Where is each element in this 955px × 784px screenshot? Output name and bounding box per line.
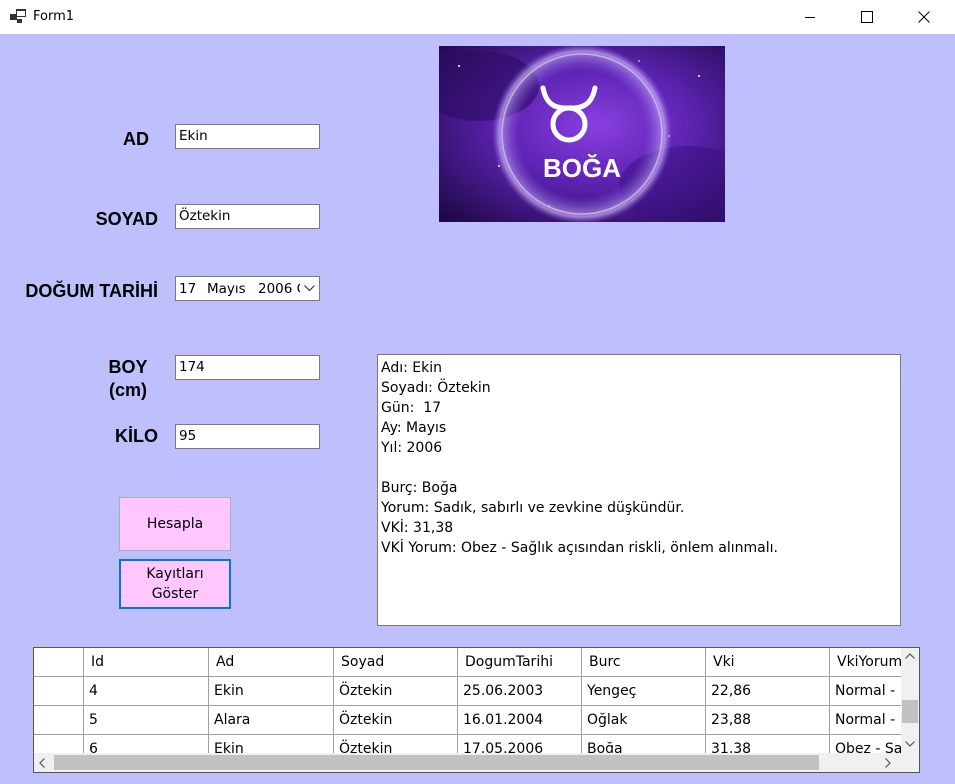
boy-input[interactable]: 174	[175, 355, 320, 380]
table-cell[interactable]: 23,88	[706, 706, 830, 735]
column-header-soyad[interactable]: Soyad	[334, 648, 458, 677]
table-cell[interactable]: Öztekin	[334, 706, 458, 735]
result-line: Yıl: 2006	[381, 440, 443, 456]
table-cell[interactable]: Obez - Sa	[830, 735, 901, 753]
kayitlari-goster-line2: Göster	[151, 586, 199, 602]
title-bar: Form1	[0, 0, 955, 34]
table-cell[interactable]: 22,86	[706, 677, 830, 706]
close-button[interactable]	[895, 0, 953, 34]
table-cell[interactable]: Normal -	[830, 706, 901, 735]
table-cell[interactable]: 5	[84, 706, 209, 735]
ad-input[interactable]: Ekin	[175, 124, 320, 149]
minimize-icon	[805, 17, 815, 18]
scroll-down-icon[interactable]	[905, 741, 915, 747]
kayitlari-goster-line1: Kayıtları	[146, 566, 204, 582]
result-line: Yorum: Sadık, sabırlı ve zevkine düşkünd…	[381, 500, 685, 516]
result-line: VKİ Yorum: Obez - Sağlık açısından riskl…	[381, 540, 778, 556]
zodiac-image: BOĞA	[439, 46, 725, 222]
ad-label: AD	[123, 129, 149, 149]
table-cell[interactable]: Ekin	[209, 735, 334, 753]
table-cell[interactable]: Oğlak	[582, 706, 706, 735]
records-grid[interactable]: Id Ad Soyad DogumTarihi Burc Vki VkiYorum 4 Ekin…	[33, 647, 920, 773]
column-header-ad[interactable]: Ad	[209, 648, 334, 677]
row-header-cell[interactable]	[34, 706, 84, 735]
table-cell[interactable]: Normal -	[830, 677, 901, 706]
kilo-label: KİLO	[115, 426, 158, 446]
result-line: VKİ: 31,38	[381, 520, 454, 536]
result-line: Ay: Mayıs	[381, 420, 447, 436]
table-cell[interactable]: 31,38	[706, 735, 830, 753]
minimize-button[interactable]	[781, 0, 839, 34]
scroll-left-icon[interactable]	[39, 758, 45, 768]
kayitlari-goster-button[interactable]: Kayıtları Göster	[119, 559, 231, 609]
horizontal-scroll-thumb[interactable]	[54, 755, 819, 770]
result-line	[381, 458, 897, 478]
close-icon	[918, 11, 930, 23]
soyad-label: SOYAD	[95, 209, 158, 229]
soyad-input[interactable]: Öztekin	[175, 204, 320, 229]
result-line: Gün: 17	[381, 400, 442, 416]
table-cell[interactable]: Yengeç	[582, 677, 706, 706]
scroll-corner	[901, 753, 919, 772]
result-line: Burç: Boğa	[381, 480, 458, 496]
table-cell[interactable]: 4	[84, 677, 209, 706]
corner-header-cell[interactable]	[34, 648, 84, 677]
column-header-burc[interactable]: Burc	[582, 648, 706, 677]
table-cell[interactable]: Ekin	[209, 677, 334, 706]
hesapla-button[interactable]: Hesapla	[119, 497, 231, 551]
app-window-icon	[10, 9, 26, 23]
column-header-id[interactable]: Id	[84, 648, 209, 677]
row-header-cell[interactable]	[34, 677, 84, 706]
result-line: Soyadı: Öztekin	[381, 380, 491, 396]
dogum-year: 2006 Ç	[258, 281, 307, 297]
zodiac-label: BOĞA	[543, 153, 621, 183]
horizontal-scrollbar[interactable]	[34, 753, 901, 772]
column-header-dogumtarihi[interactable]: DogumTarihi	[458, 648, 582, 677]
maximize-button[interactable]	[838, 0, 896, 34]
dogum-tarihi-label: DOĞUM TARİHİ	[25, 281, 158, 301]
boy-label-line2: (cm)	[108, 380, 147, 400]
maximize-icon	[861, 11, 873, 23]
table-cell[interactable]: 6	[84, 735, 209, 753]
table-cell[interactable]: Alara	[209, 706, 334, 735]
result-line: Adı: Ekin	[381, 360, 442, 376]
records-table: Id Ad Soyad DogumTarihi Burc Vki VkiYorum 4 Ekin…	[34, 648, 901, 753]
table-cell[interactable]: 16.01.2004	[458, 706, 582, 735]
column-header-vki[interactable]: Vki	[706, 648, 830, 677]
boy-label: BOY (cm)	[98, 356, 158, 402]
row-header-cell[interactable]	[34, 735, 84, 753]
table-row[interactable]: 5 Alara Öztekin 16.01.2004 Oğlak 23,88 Normal …	[34, 706, 901, 735]
dropdown-button[interactable]	[300, 277, 319, 300]
dogum-tarihi-picker[interactable]: 17 Mayıs 2006 Ç	[175, 276, 320, 301]
window-title: Form1	[33, 9, 75, 24]
table-cell[interactable]: Boğa	[582, 735, 706, 753]
dogum-month: Mayıs	[207, 281, 246, 297]
table-cell[interactable]: 25.06.2003	[458, 677, 582, 706]
dogum-day: 17	[179, 281, 197, 297]
table-row[interactable]: 4 Ekin Öztekin 25.06.2003 Yengeç 22,86 Normal …	[34, 677, 901, 706]
kilo-input[interactable]: 95	[175, 424, 320, 449]
vertical-scroll-thumb[interactable]	[902, 700, 918, 723]
chevron-down-icon	[304, 285, 315, 292]
table-header-row: Id Ad Soyad DogumTarihi Burc Vki VkiYorum	[34, 648, 901, 677]
table-cell[interactable]: Öztekin	[334, 677, 458, 706]
column-header-vkiyorum[interactable]: VkiYorum	[830, 648, 901, 677]
table-cell[interactable]: 17.05.2006	[458, 735, 582, 753]
table-cell[interactable]: Öztekin	[334, 735, 458, 753]
taurus-icon	[540, 85, 598, 143]
result-textbox[interactable]: Adı: Ekin Soyadı: Öztekin Gün: 17 Ay: Mayıs…	[377, 354, 901, 626]
vertical-scrollbar[interactable]	[901, 648, 919, 753]
scroll-up-icon[interactable]	[905, 653, 915, 659]
table-row[interactable]: 6 Ekin Öztekin 17.05.2006 Boğa 31,38 Obez - Sa	[34, 735, 901, 753]
scroll-right-icon[interactable]	[885, 758, 891, 768]
boy-label-line1: BOY	[108, 357, 148, 377]
